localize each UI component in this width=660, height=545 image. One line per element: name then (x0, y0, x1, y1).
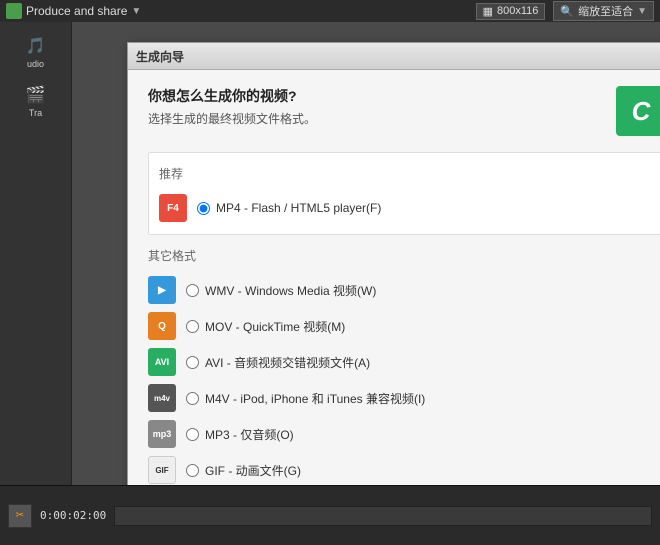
resolution-value: 800x116 (497, 5, 538, 17)
wmv-radio-label[interactable]: WMV - Windows Media 视频(W) (186, 282, 376, 299)
format-item-wmv: ▶ WMV - Windows Media 视频(W) (148, 272, 660, 308)
audio-icon: 🎵 (22, 36, 50, 56)
timeline-track[interactable] (114, 506, 652, 526)
m4v-radio-label[interactable]: M4V - iPod, iPhone 和 iTunes 兼容视频(I) (186, 390, 425, 407)
bottom-bar: ✂ 0:00:02:00 (0, 485, 660, 545)
zoom-control[interactable]: 🔍 缩放至适合 ▼ (553, 1, 654, 21)
mp4-radio-label[interactable]: MP4 - Flash / HTML5 player(F) (197, 201, 381, 215)
canvas-area: 生成向导 × 你想怎么生成你的视频? 选择生成的最终视频文件格式。 C 推荐 (72, 22, 660, 485)
zoom-label: 缩放至适合 (578, 3, 633, 19)
gif-label: GIF - 动画文件(G) (205, 462, 301, 479)
cut-button[interactable]: ✂ (8, 504, 32, 528)
time-display: 0:00:02:00 (40, 509, 106, 522)
format-item-avi: AVI AVI - 音频视频交错视频文件(A) (148, 344, 660, 380)
dialog-heading: 你想怎么生成你的视频? (148, 86, 316, 106)
avi-icon: AVI (148, 348, 176, 376)
transitions-icon: 🎬 (22, 85, 50, 105)
top-bar: Produce and share ▼ ▦ 800x116 🔍 缩放至适合 ▼ (0, 0, 660, 22)
recommended-section: 推荐 F4 MP4 - Flash / HTML5 player(F) (148, 152, 660, 235)
gif-icon: GIF (148, 456, 176, 484)
zoom-arrow: ▼ (637, 6, 647, 17)
format-item-mov: Q MOV - QuickTime 视频(M) (148, 308, 660, 344)
avi-label: AVI - 音频视频交错视频文件(A) (205, 354, 370, 371)
avi-radio-label[interactable]: AVI - 音频视频交错视频文件(A) (186, 354, 370, 371)
main-area: 🎵 udio 🎬 Tra 生成向导 × 你想怎么生成你的视频? (0, 22, 660, 485)
gif-radio[interactable] (186, 464, 199, 477)
recommended-label: 推荐 (159, 165, 655, 182)
mp4-label: MP4 - Flash / HTML5 player(F) (216, 201, 381, 215)
mp3-radio[interactable] (186, 428, 199, 441)
dialog-body: 你想怎么生成你的视频? 选择生成的最终视频文件格式。 C 推荐 F4 MP4 -… (128, 70, 660, 485)
mov-label: MOV - QuickTime 视频(M) (205, 318, 345, 335)
avi-radio[interactable] (186, 356, 199, 369)
wmv-radio[interactable] (186, 284, 199, 297)
menu-dropdown-arrow: ▼ (131, 6, 141, 17)
zoom-icon: 🔍 (560, 5, 574, 18)
produce-share-label: Produce and share (26, 4, 127, 18)
generate-wizard-dialog: 生成向导 × 你想怎么生成你的视频? 选择生成的最终视频文件格式。 C 推荐 (127, 42, 660, 485)
camtasia-logo: C (616, 86, 660, 136)
format-item-gif: GIF GIF - 动画文件(G) (148, 452, 660, 485)
resolution-display[interactable]: ▦ 800x116 (476, 3, 546, 20)
dialog-title: 生成向导 (136, 48, 184, 65)
left-panel-icons: 🎵 udio 🎬 Tra (0, 22, 71, 124)
dialog-titlebar: 生成向导 × (128, 43, 660, 70)
wmv-label: WMV - Windows Media 视频(W) (205, 282, 376, 299)
format-item-mp3: mp3 MP3 - 仅音频(O) (148, 416, 660, 452)
top-bar-right: ▦ 800x116 🔍 缩放至适合 ▼ (476, 1, 654, 21)
format-item-m4v: m4v M4V - iPod, iPhone 和 iTunes 兼容视频(I) (148, 380, 660, 416)
m4v-label: M4V - iPod, iPhone 和 iTunes 兼容视频(I) (205, 390, 425, 407)
m4v-icon: m4v (148, 384, 176, 412)
mov-radio-label[interactable]: MOV - QuickTime 视频(M) (186, 318, 345, 335)
timeline-controls: ✂ (8, 504, 32, 528)
mp3-icon: mp3 (148, 420, 176, 448)
mp3-label: MP3 - 仅音频(O) (205, 426, 294, 443)
mov-radio[interactable] (186, 320, 199, 333)
other-formats-label: 其它格式 (148, 247, 660, 264)
mp4-radio[interactable] (197, 202, 210, 215)
gif-radio-label[interactable]: GIF - 动画文件(G) (186, 462, 301, 479)
mp3-radio-label[interactable]: MP3 - 仅音频(O) (186, 426, 294, 443)
produce-share-menu[interactable]: Produce and share ▼ (6, 3, 141, 19)
resolution-icon: ▦ (483, 5, 493, 18)
format-item-mp4: F4 MP4 - Flash / HTML5 player(F) (159, 190, 655, 226)
other-formats-section: 其它格式 ▶ WMV - Windows Media 视频(W) Q MOV -… (148, 247, 660, 485)
wmv-icon: ▶ (148, 276, 176, 304)
mov-icon: Q (148, 312, 176, 340)
m4v-radio[interactable] (186, 392, 199, 405)
left-panel: 🎵 udio 🎬 Tra (0, 22, 72, 485)
audio-label: udio (27, 59, 44, 69)
dialog-header-text: 你想怎么生成你的视频? 选择生成的最终视频文件格式。 (148, 86, 316, 127)
transitions-label: Tra (29, 108, 42, 118)
transitions-panel-item[interactable]: 🎬 Tra (2, 79, 70, 124)
audio-panel-item[interactable]: 🎵 udio (2, 30, 70, 75)
dialog-header: 你想怎么生成你的视频? 选择生成的最终视频文件格式。 C (148, 86, 660, 136)
dialog-subheading: 选择生成的最终视频文件格式。 (148, 110, 316, 127)
camtasia-small-icon (6, 3, 22, 19)
mp4-icon: F4 (159, 194, 187, 222)
